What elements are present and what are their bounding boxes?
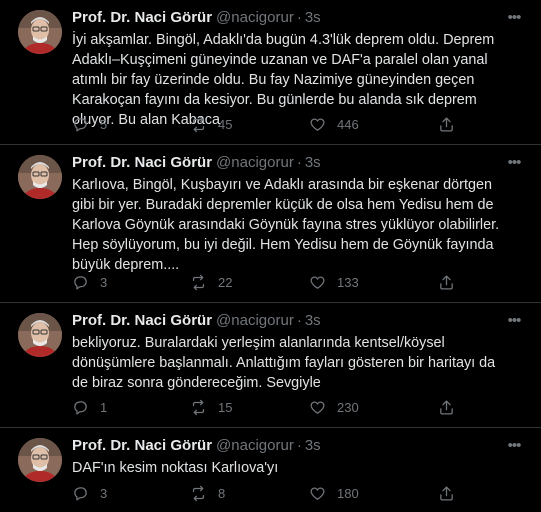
- retweet-icon: [192, 116, 205, 132]
- reply-button[interactable]: 5: [72, 114, 107, 134]
- avatar[interactable]: [18, 10, 62, 54]
- reply-count: 3: [100, 274, 108, 290]
- more-options-icon[interactable]: •••: [503, 8, 525, 28]
- tweet-actions: 3 8 180: [72, 483, 472, 503]
- reply-count: 5: [100, 116, 108, 132]
- more-options-icon[interactable]: •••: [503, 436, 525, 456]
- author-handle[interactable]: @nacigorur: [216, 312, 294, 329]
- tweet-header: Prof. Dr. Naci Görür @nacigorur · 3s: [72, 8, 321, 28]
- author-name[interactable]: Prof. Dr. Naci Görür: [72, 312, 212, 329]
- retweet-button[interactable]: 45: [190, 114, 232, 134]
- avatar[interactable]: [18, 438, 62, 482]
- like-button[interactable]: 230: [309, 397, 359, 417]
- tweet-actions: 3 22 133: [72, 272, 472, 292]
- author-name[interactable]: Prof. Dr. Naci Görür: [72, 154, 212, 171]
- separator-dot: ·: [296, 9, 302, 26]
- reply-count: 3: [100, 485, 108, 501]
- share-icon: [440, 399, 453, 415]
- tweet-text: Karlıova, Bingöl, Kuşbayırı ve Adaklı ar…: [72, 177, 500, 273]
- timestamp[interactable]: 3s: [305, 312, 321, 329]
- tweet-text: DAF'ın kesim noktası Karlıova'yı: [72, 460, 279, 476]
- reply-button[interactable]: 1: [72, 397, 107, 417]
- timestamp[interactable]: 3s: [305, 9, 321, 26]
- retweet-button[interactable]: 22: [190, 272, 232, 292]
- heart-icon: [310, 276, 325, 289]
- tweet-header: Prof. Dr. Naci Görür @nacigorur · 3s: [72, 153, 321, 173]
- reply-count: 1: [100, 399, 108, 415]
- author-name[interactable]: Prof. Dr. Naci Görür: [72, 437, 212, 454]
- retweet-count: 8: [218, 485, 226, 501]
- like-button[interactable]: 446: [309, 114, 359, 134]
- reply-icon: [74, 275, 87, 290]
- share-button[interactable]: [438, 272, 466, 292]
- tweet-actions: 1 15 230: [72, 397, 472, 417]
- retweet-count: 22: [218, 274, 233, 290]
- retweet-icon: [192, 399, 205, 415]
- heart-icon: [310, 118, 325, 131]
- author-name[interactable]: Prof. Dr. Naci Görür: [72, 9, 212, 26]
- more-options-icon[interactable]: •••: [503, 153, 525, 173]
- retweet-icon: [192, 274, 205, 290]
- like-count: 230: [337, 399, 359, 415]
- like-button[interactable]: 180: [309, 483, 359, 503]
- share-button[interactable]: [438, 397, 466, 417]
- author-handle[interactable]: @nacigorur: [216, 154, 294, 171]
- tweet-actions: 5 45 446: [72, 114, 472, 134]
- share-button[interactable]: [438, 114, 466, 134]
- tweet[interactable]: Prof. Dr. Naci Görür @nacigorur · 3s ••• Ka…: [0, 145, 541, 303]
- like-count: 133: [337, 274, 359, 290]
- retweet-button[interactable]: 8: [190, 483, 225, 503]
- timestamp[interactable]: 3s: [305, 437, 321, 454]
- reply-icon: [74, 400, 87, 415]
- avatar[interactable]: [18, 313, 62, 357]
- avatar[interactable]: [18, 155, 62, 199]
- like-button[interactable]: 133: [309, 272, 359, 292]
- share-button[interactable]: [438, 483, 466, 503]
- tweet[interactable]: Prof. Dr. Naci Görür @nacigorur · 3s ••• be…: [0, 303, 541, 428]
- tweet[interactable]: Prof. Dr. Naci Görür @nacigorur · 3s ••• DA…: [0, 428, 541, 512]
- like-count: 446: [337, 116, 359, 132]
- author-handle[interactable]: @nacigorur: [216, 9, 294, 26]
- more-options-icon[interactable]: •••: [503, 311, 525, 331]
- reply-icon: [74, 486, 87, 501]
- share-icon: [440, 274, 453, 290]
- reply-button[interactable]: 3: [72, 272, 107, 292]
- timestamp[interactable]: 3s: [305, 154, 321, 171]
- heart-icon: [310, 401, 325, 414]
- tweet-text: bekliyoruz. Buralardaki yerleşim alanlar…: [72, 335, 496, 391]
- author-handle[interactable]: @nacigorur: [216, 437, 294, 454]
- share-icon: [440, 116, 453, 132]
- retweet-count: 15: [218, 399, 233, 415]
- tweet-header: Prof. Dr. Naci Görür @nacigorur · 3s: [72, 311, 321, 331]
- separator-dot: ·: [296, 154, 302, 171]
- tweet-header: Prof. Dr. Naci Görür @nacigorur · 3s: [72, 436, 321, 456]
- reply-icon: [74, 117, 87, 132]
- retweet-icon: [192, 485, 205, 501]
- retweet-count: 45: [218, 116, 233, 132]
- like-count: 180: [337, 485, 359, 501]
- tweet[interactable]: Prof. Dr. Naci Görür @nacigorur · 3s ••• İy…: [0, 0, 541, 145]
- reply-button[interactable]: 3: [72, 483, 107, 503]
- separator-dot: ·: [296, 437, 302, 454]
- share-icon: [440, 485, 453, 501]
- retweet-button[interactable]: 15: [190, 397, 232, 417]
- separator-dot: ·: [296, 312, 302, 329]
- heart-icon: [310, 487, 325, 500]
